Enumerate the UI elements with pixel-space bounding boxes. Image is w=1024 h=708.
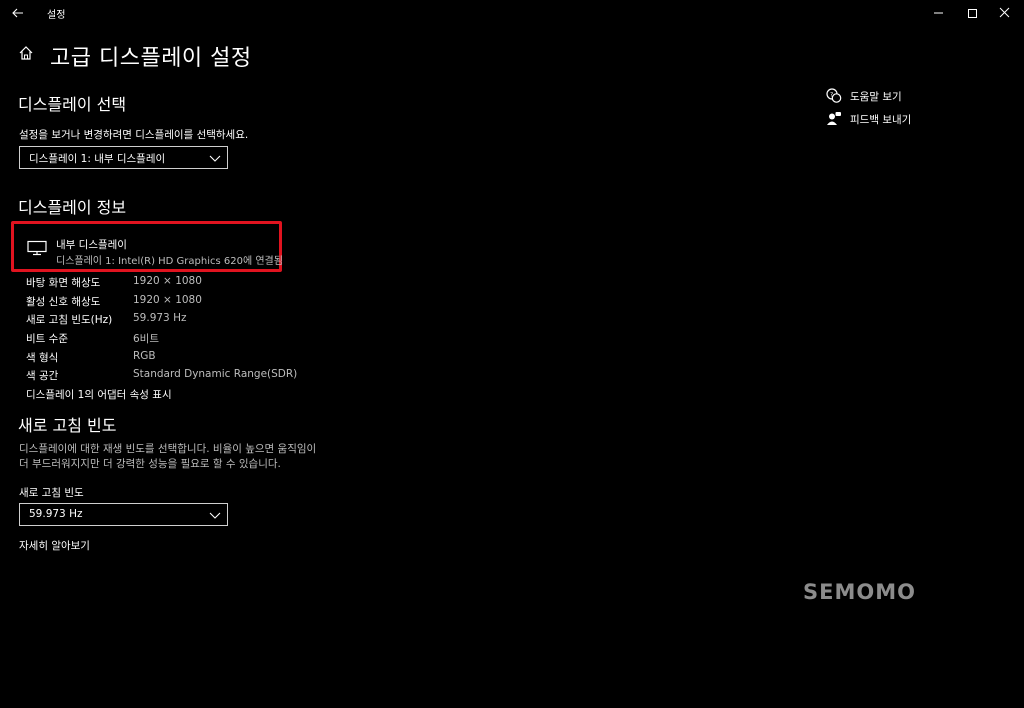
refresh-description-line2: 더 부드러워지지만 더 강력한 성능을 필요로 할 수 있습니다.: [19, 458, 281, 470]
learn-more-link[interactable]: 자세히 알아보기: [19, 538, 90, 553]
info-value-desktop-resolution: 1920 × 1080: [133, 275, 202, 287]
info-key-refresh-rate: 새로 고침 빈도(Hz): [26, 314, 113, 326]
back-button[interactable]: [6, 3, 30, 23]
monitor-icon: [27, 240, 47, 256]
info-key-active-signal-resolution: 활성 신호 해상도: [26, 296, 101, 308]
maximize-icon: [968, 9, 977, 18]
info-key-color-space: 색 공간: [26, 370, 59, 382]
feedback-person-icon: [827, 112, 841, 125]
refresh-rate-dropdown-value: 59.973 Hz: [29, 508, 83, 520]
home-button[interactable]: [18, 45, 34, 61]
send-feedback-label: 피드백 보내기: [850, 114, 912, 126]
display-info-heading: 디스플레이 정보: [18, 198, 127, 217]
page-title: 고급 디스플레이 설정: [50, 46, 252, 71]
svg-text:?: ?: [830, 92, 833, 99]
adapter-properties-link[interactable]: 디스플레이 1의 어댑터 속성 표시: [26, 387, 172, 402]
display-dropdown-value: 디스플레이 1: 내부 디스플레이: [29, 153, 166, 165]
info-value-color-space: Standard Dynamic Range(SDR): [133, 368, 298, 380]
home-icon: [19, 46, 33, 60]
display-connection: 디스플레이 1: Intel(R) HD Graphics 620에 연결됨: [56, 256, 283, 267]
chevron-down-icon: [209, 155, 221, 162]
minimize-button[interactable]: [922, 0, 956, 26]
refresh-rate-dropdown[interactable]: 59.973 Hz: [19, 503, 228, 526]
info-value-bit-depth: 6비트: [133, 333, 160, 345]
info-value-active-signal-resolution: 1920 × 1080: [133, 294, 202, 306]
info-key-desktop-resolution: 바탕 화면 해상도: [26, 277, 101, 289]
display-select-description: 설정을 보거나 변경하려면 디스플레이를 선택하세요.: [19, 129, 249, 141]
info-key-bit-depth: 비트 수준: [26, 333, 68, 345]
refresh-rate-label: 새로 고침 빈도: [19, 487, 84, 499]
back-arrow-icon: [12, 8, 23, 18]
close-icon: [999, 7, 1010, 18]
info-value-color-format: RGB: [133, 350, 156, 362]
chevron-down-icon: [209, 512, 221, 519]
display-dropdown[interactable]: 디스플레이 1: 내부 디스플레이: [19, 146, 228, 169]
display-select-heading: 디스플레이 선택: [18, 95, 127, 114]
display-name: 내부 디스플레이: [56, 239, 127, 251]
close-button[interactable]: [988, 0, 1022, 26]
help-chat-icon: ?: [826, 88, 842, 103]
maximize-button[interactable]: [955, 0, 989, 26]
minimize-icon: [934, 12, 943, 14]
window-title: 설정: [47, 10, 66, 21]
refresh-rate-heading: 새로 고침 빈도: [18, 416, 117, 435]
info-key-color-format: 색 형식: [26, 352, 59, 364]
watermark-logo: SEMOMO: [803, 580, 916, 604]
refresh-description-line1: 디스플레이에 대한 재생 빈도를 선택합니다. 비율이 높으면 움직임이: [19, 443, 317, 455]
title-bar: 설정: [0, 0, 1024, 26]
info-value-refresh-rate: 59.973 Hz: [133, 312, 187, 324]
get-help-label: 도움말 보기: [850, 91, 902, 103]
